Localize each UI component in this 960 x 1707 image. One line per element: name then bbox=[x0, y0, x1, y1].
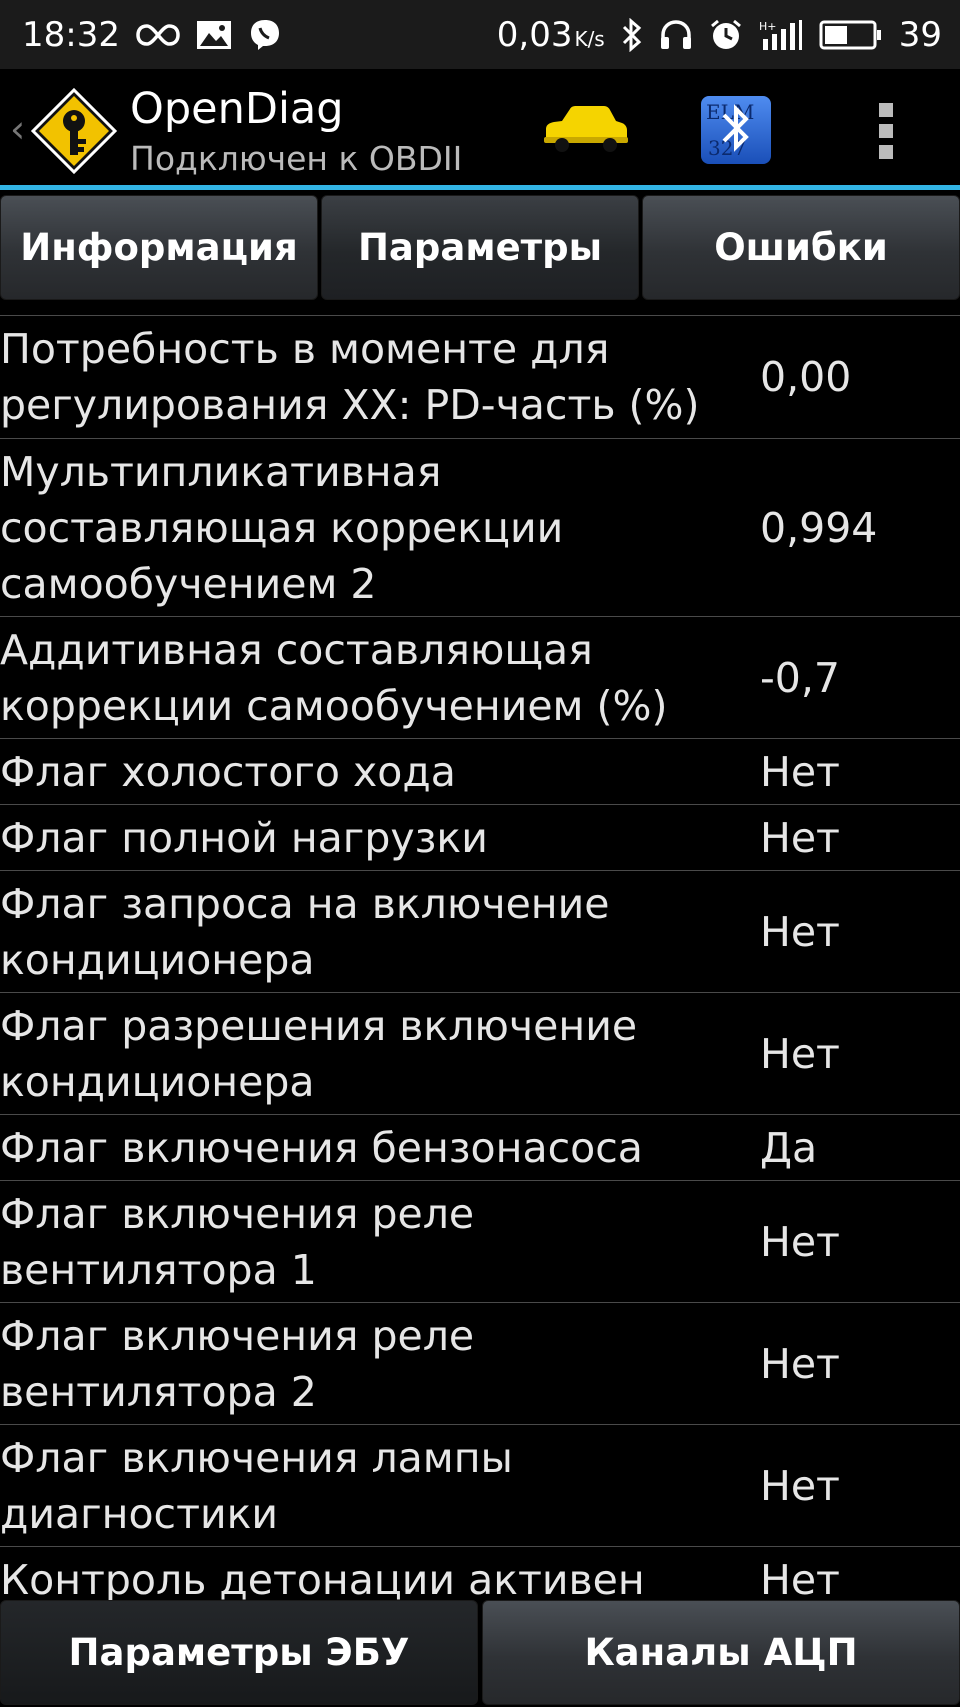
battery-icon bbox=[819, 20, 883, 50]
parameter-list[interactable]: Потребность в моменте для регулирования … bbox=[0, 302, 960, 1600]
parameter-value: 0,994 bbox=[760, 503, 878, 552]
overflow-menu-icon[interactable] bbox=[876, 103, 896, 159]
network-speed-value: 0,03 bbox=[496, 14, 573, 55]
svg-text:H+: H+ bbox=[759, 20, 777, 33]
list-item[interactable]: Флаг холостого хода Нет bbox=[0, 739, 960, 805]
tab-errors[interactable]: Ошибки bbox=[642, 195, 960, 300]
tab-information[interactable]: Информация bbox=[0, 195, 318, 300]
parameter-value: Нет bbox=[760, 813, 840, 862]
parameter-label: Флаг включения лампы диагностики bbox=[0, 1433, 513, 1538]
status-bar-left: 18:32 bbox=[22, 15, 282, 55]
parameter-label: Аддитивная составляющая коррекции самооб… bbox=[0, 625, 668, 730]
list-item[interactable]: Флаг включения реле вентилятора 1 Нет bbox=[0, 1181, 960, 1303]
tab-parameters[interactable]: Параметры bbox=[321, 195, 639, 300]
parameter-value: -0,7 bbox=[760, 653, 840, 702]
parameter-value: Нет bbox=[760, 1555, 840, 1601]
parameter-value: Нет bbox=[760, 907, 840, 956]
parameter-label: Флаг холостого хода bbox=[0, 747, 456, 796]
parameter-value: Нет bbox=[760, 1339, 840, 1388]
parameter-label: Флаг включения реле вентилятора 2 bbox=[0, 1311, 475, 1416]
parameter-label: Мультипликативная составляющая коррекции… bbox=[0, 447, 564, 608]
app-title: OpenDiag bbox=[130, 84, 344, 134]
infinity-icon bbox=[136, 22, 180, 48]
network-speed: 0,03 K/s bbox=[497, 15, 605, 55]
alarm-icon bbox=[709, 18, 743, 52]
list-item[interactable]: Аддитивная составляющая коррекции самооб… bbox=[0, 617, 960, 739]
parameter-value: 0,00 bbox=[760, 353, 852, 401]
bottom-button-bar: Параметры ЭБУ Каналы АЦП bbox=[0, 1600, 960, 1707]
list-item[interactable]: Флаг включения реле вентилятора 2 Нет bbox=[0, 1303, 960, 1425]
parameter-label: Флаг запроса на включение кондиционера bbox=[0, 879, 610, 984]
elm327-bluetooth-icon[interactable]: ELM 327 bbox=[700, 95, 772, 165]
parameter-label: Флаг включения бензонасоса bbox=[0, 1123, 643, 1172]
list-item[interactable]: Контроль детонации активен Нет bbox=[0, 1547, 960, 1601]
list-item[interactable]: Флаг включения бензонасоса Да bbox=[0, 1115, 960, 1181]
list-item[interactable]: Флаг полной нагрузки Нет bbox=[0, 805, 960, 871]
parameter-label: Флаг включения реле вентилятора 1 bbox=[0, 1189, 475, 1294]
list-item[interactable]: Мультипликативная составляющая коррекции… bbox=[0, 439, 960, 617]
battery-level: 39 bbox=[898, 14, 942, 55]
parameter-value: Нет bbox=[760, 1461, 840, 1510]
status-bar: 18:32 0,03 K/s H+ 39 bbox=[0, 0, 960, 69]
action-bar: ‹ OpenDiag Подключен к OBDII ELM 327 bbox=[0, 69, 960, 190]
parameter-value: Нет bbox=[760, 1217, 840, 1266]
app-logo-icon[interactable] bbox=[30, 87, 118, 175]
network-speed-unit: K/s bbox=[574, 26, 605, 51]
parameter-value: Нет bbox=[760, 1029, 840, 1078]
ecu-parameters-button[interactable]: Параметры ЭБУ bbox=[0, 1600, 478, 1705]
list-item[interactable]: Флаг запроса на включение кондиционера Н… bbox=[0, 871, 960, 993]
parameter-label: Потребность в моменте для регулирования … bbox=[0, 325, 700, 429]
clock: 18:32 bbox=[22, 14, 120, 55]
status-bar-right: 0,03 K/s H+ 39 bbox=[497, 15, 942, 55]
parameter-label: Контроль детонации активен bbox=[0, 1555, 645, 1601]
list-item[interactable]: Потребность в моменте для регулирования … bbox=[0, 316, 960, 439]
list-row-partial bbox=[0, 302, 960, 316]
up-caret-icon[interactable]: ‹ bbox=[10, 107, 25, 151]
gallery-icon bbox=[196, 20, 232, 50]
adc-channels-button[interactable]: Каналы АЦП bbox=[482, 1600, 960, 1705]
tab-bar: Информация Параметры Ошибки bbox=[0, 195, 960, 302]
parameter-label: Флаг полной нагрузки bbox=[0, 813, 488, 862]
viber-icon bbox=[248, 18, 282, 52]
list-item[interactable]: Флаг разрешения включение кондиционера Н… bbox=[0, 993, 960, 1115]
parameter-label: Флаг разрешения включение кондиционера bbox=[0, 1001, 638, 1106]
connection-status: Подключен к OBDII bbox=[130, 139, 463, 178]
signal-icon: H+ bbox=[759, 19, 803, 51]
list-item[interactable]: Флаг включения лампы диагностики Нет bbox=[0, 1425, 960, 1547]
parameter-value: Да bbox=[760, 1123, 818, 1172]
bluetooth-icon bbox=[621, 17, 643, 52]
car-icon[interactable] bbox=[540, 103, 630, 155]
parameter-value: Нет bbox=[760, 747, 840, 796]
headphones-icon bbox=[659, 19, 693, 51]
